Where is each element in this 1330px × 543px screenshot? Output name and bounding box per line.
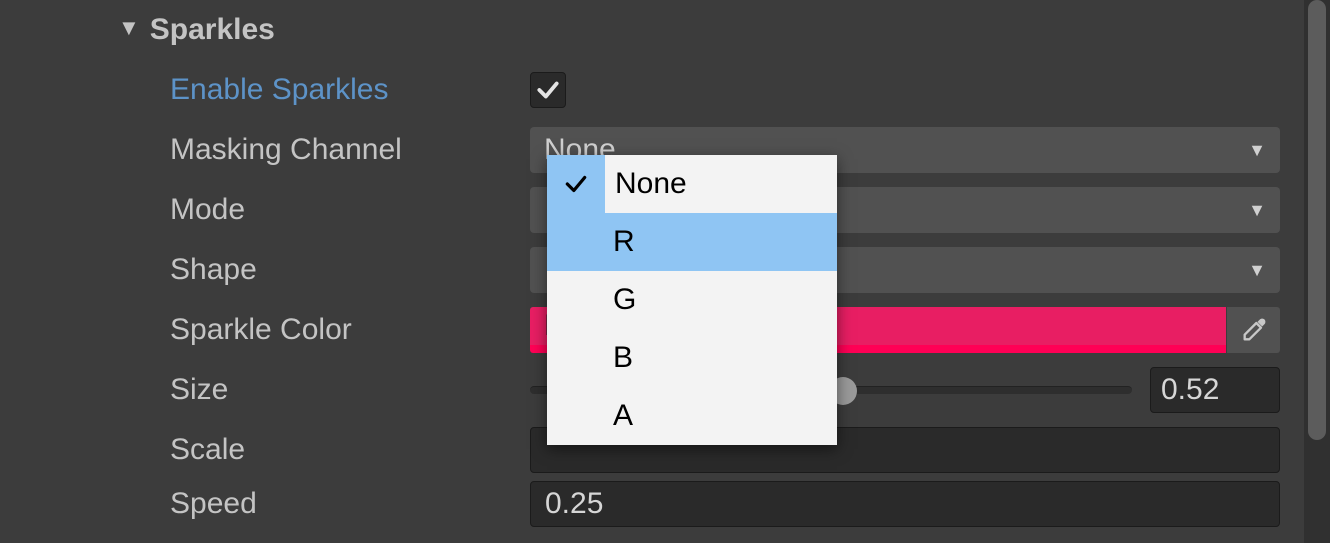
popup-option-b[interactable]: B [547,329,837,387]
popup-option-label: A [603,399,633,433]
label-speed: Speed [170,487,257,521]
row-enable-sparkles: Enable Sparkles [0,60,1304,120]
size-value-text: 0.52 [1161,373,1219,407]
popup-option-g[interactable]: G [547,271,837,329]
popup-option-label: None [605,167,687,201]
popup-option-tick[interactable] [547,155,605,213]
speed-field[interactable]: 0.25 [530,481,1280,527]
size-value-field[interactable]: 0.52 [1150,367,1280,413]
popup-option-label: G [603,283,636,317]
checkmark-icon [563,171,589,197]
masking-channel-popup: None R G B A [547,155,837,445]
popup-option-none[interactable]: None [605,155,837,213]
popup-option-label: R [603,225,635,259]
eyedropper-icon [1240,316,1268,344]
speed-value-text: 0.25 [545,487,603,521]
label-shape: Shape [170,253,257,287]
checkmark-icon [535,77,561,103]
label-sparkle-color: Sparkle Color [170,313,352,347]
eyedropper-button[interactable] [1226,307,1280,353]
label-size: Size [170,373,228,407]
row-speed: Speed 0.25 [0,480,1304,528]
popup-option-a[interactable]: A [547,387,837,445]
caret-down-icon: ▼ [1248,140,1266,161]
section-title: Sparkles [150,13,275,47]
caret-down-icon: ▼ [1248,260,1266,281]
popup-option-r[interactable]: R [547,213,837,271]
scrollbar-thumb[interactable] [1308,0,1326,440]
section-header[interactable]: ▼ Sparkles [0,0,1304,60]
caret-down-icon: ▼ [1248,200,1266,221]
enable-sparkles-checkbox[interactable] [530,72,566,108]
disclosure-triangle-icon[interactable]: ▼ [118,15,140,41]
popup-option-label: B [603,341,633,375]
label-scale: Scale [170,433,245,467]
label-mode: Mode [170,193,245,227]
label-enable-sparkles: Enable Sparkles [170,73,388,107]
vertical-scrollbar[interactable] [1304,0,1330,543]
label-masking-channel: Masking Channel [170,133,402,167]
